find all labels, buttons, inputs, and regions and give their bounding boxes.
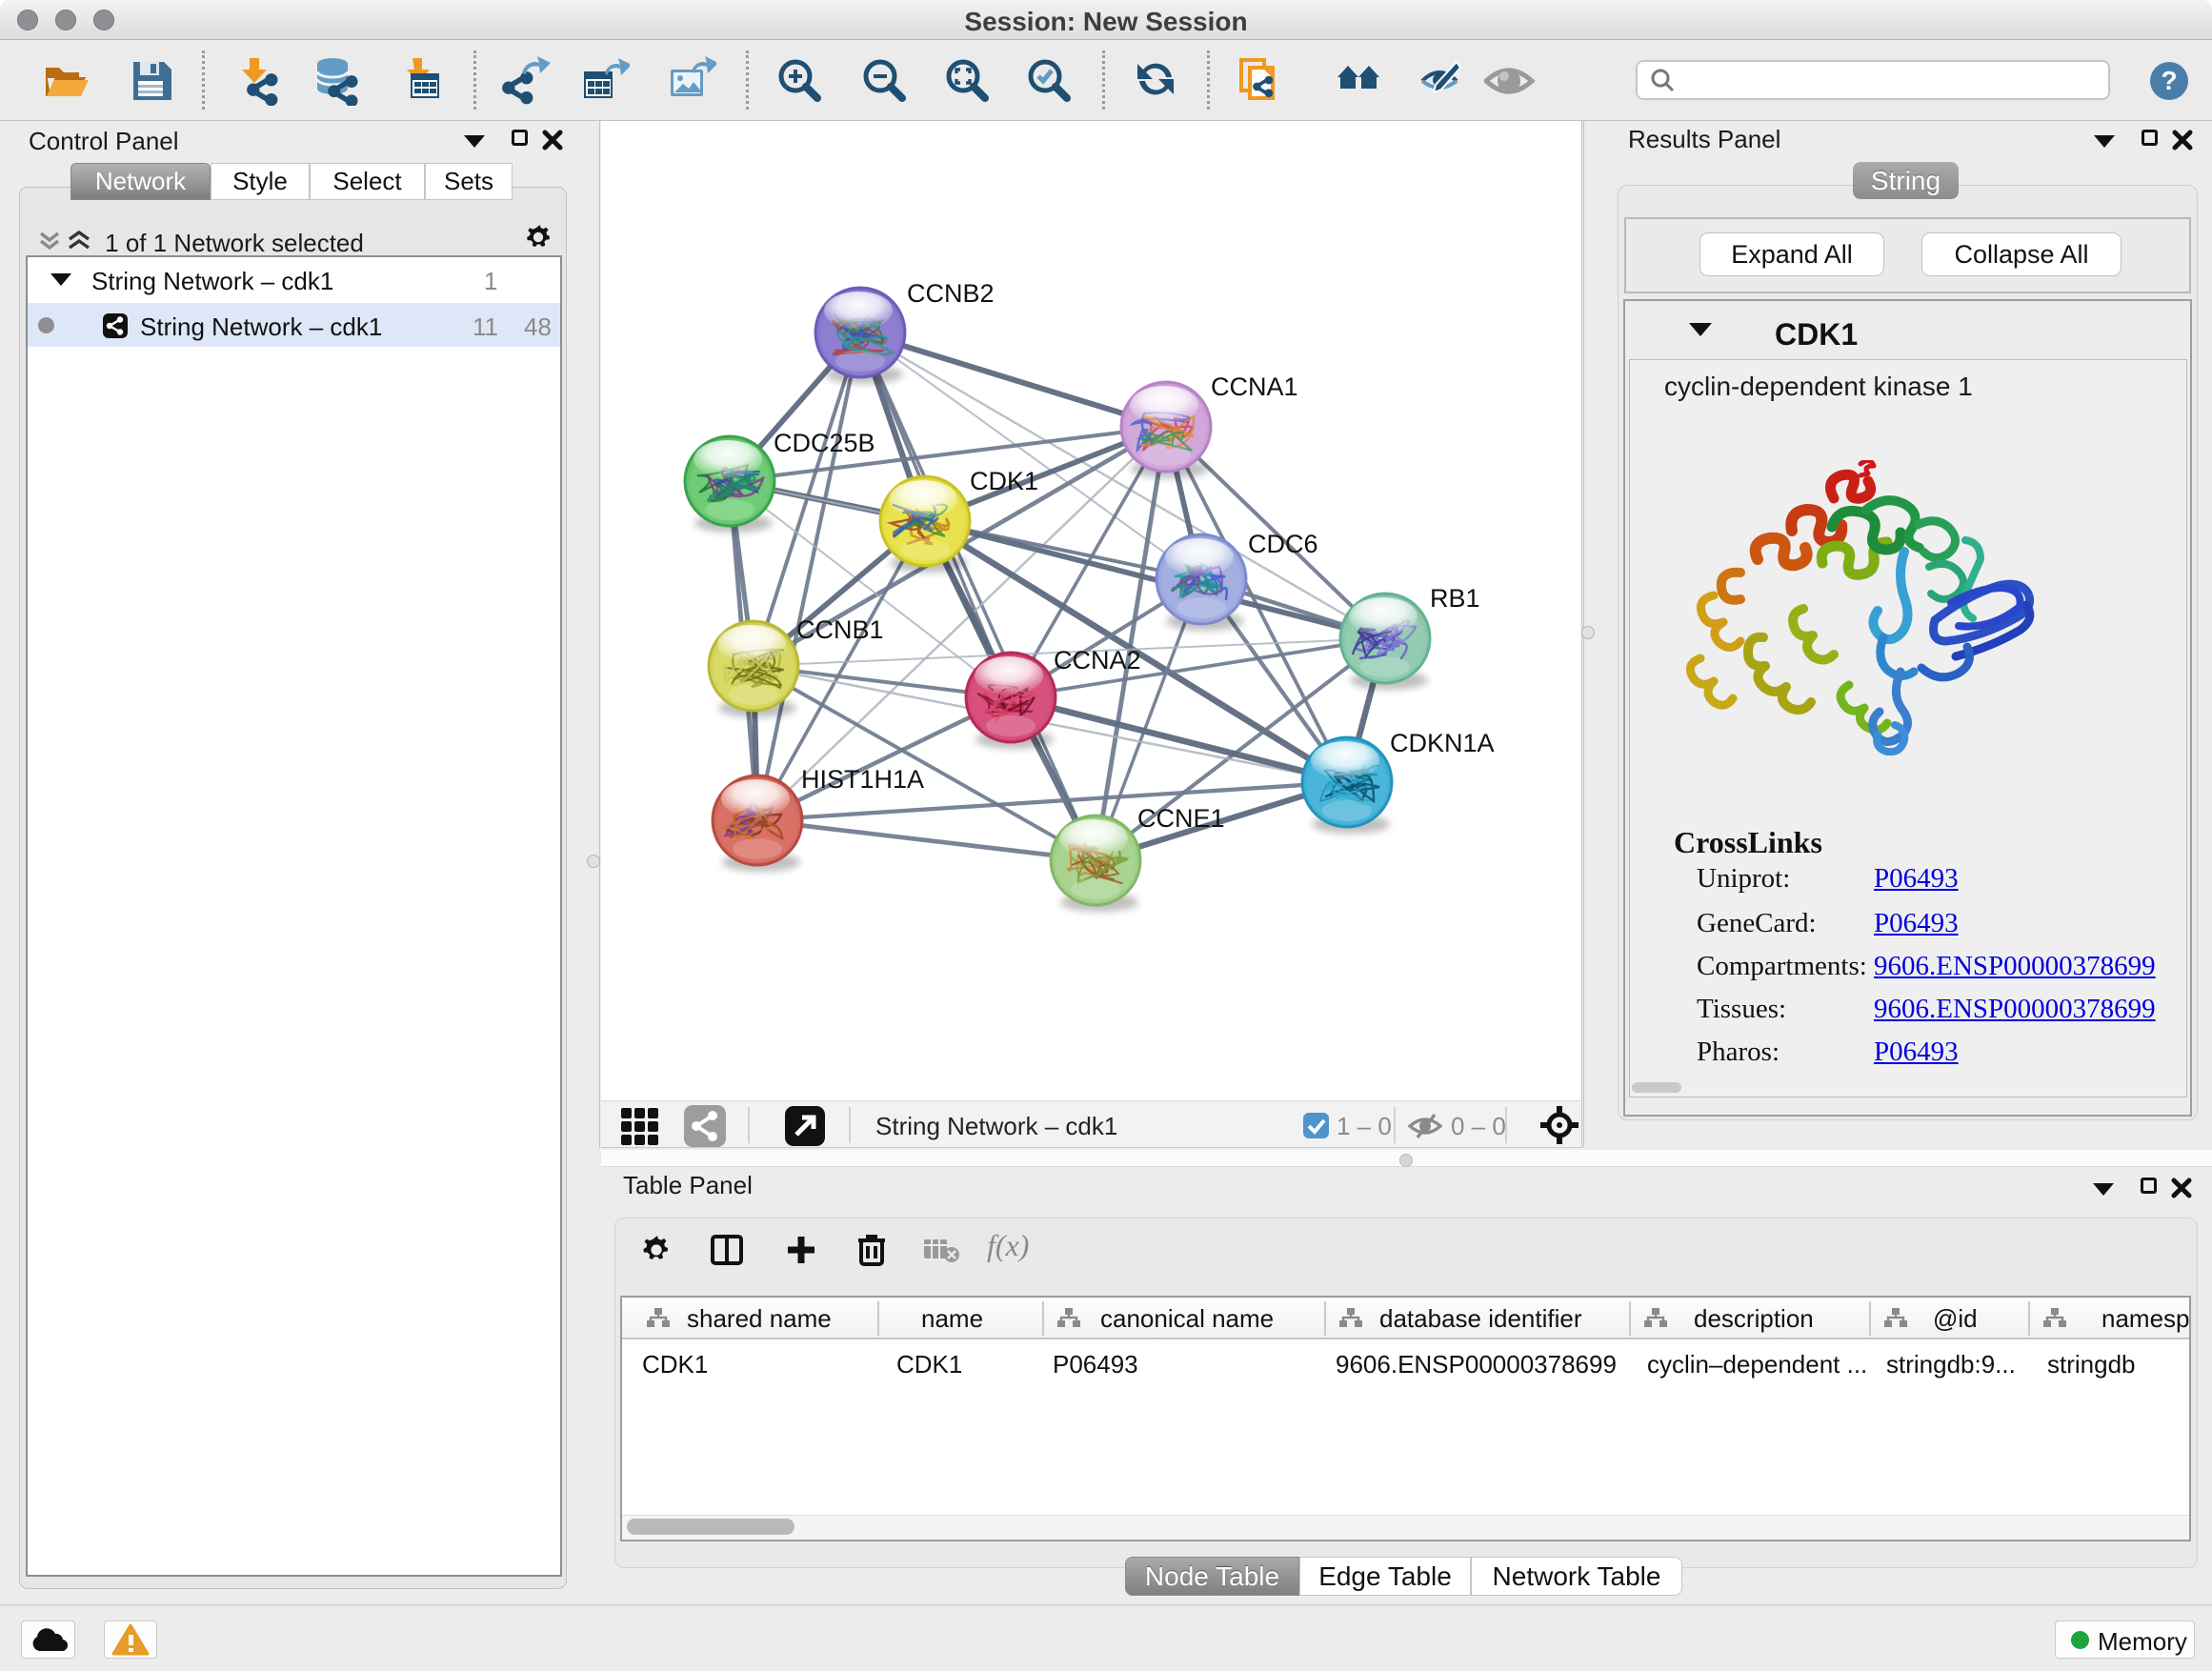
svg-text:CDK1: CDK1 [970,467,1038,495]
svg-text:CDKN1A: CDKN1A [1390,729,1495,757]
svg-text:?: ? [2161,66,2177,95]
svg-text:CCNE1: CCNE1 [1137,804,1225,833]
svg-text:HIST1H1A: HIST1H1A [801,765,924,794]
svg-text:CCNB2: CCNB2 [907,279,995,308]
svg-text:CCNA1: CCNA1 [1211,372,1298,401]
svg-text:RB1: RB1 [1430,584,1480,613]
svg-text:CCNA2: CCNA2 [1054,646,1141,674]
svg-text:CDC25B: CDC25B [774,429,875,457]
svg-text:CDC6: CDC6 [1248,530,1318,558]
svg-text:CCNB1: CCNB1 [796,615,884,644]
